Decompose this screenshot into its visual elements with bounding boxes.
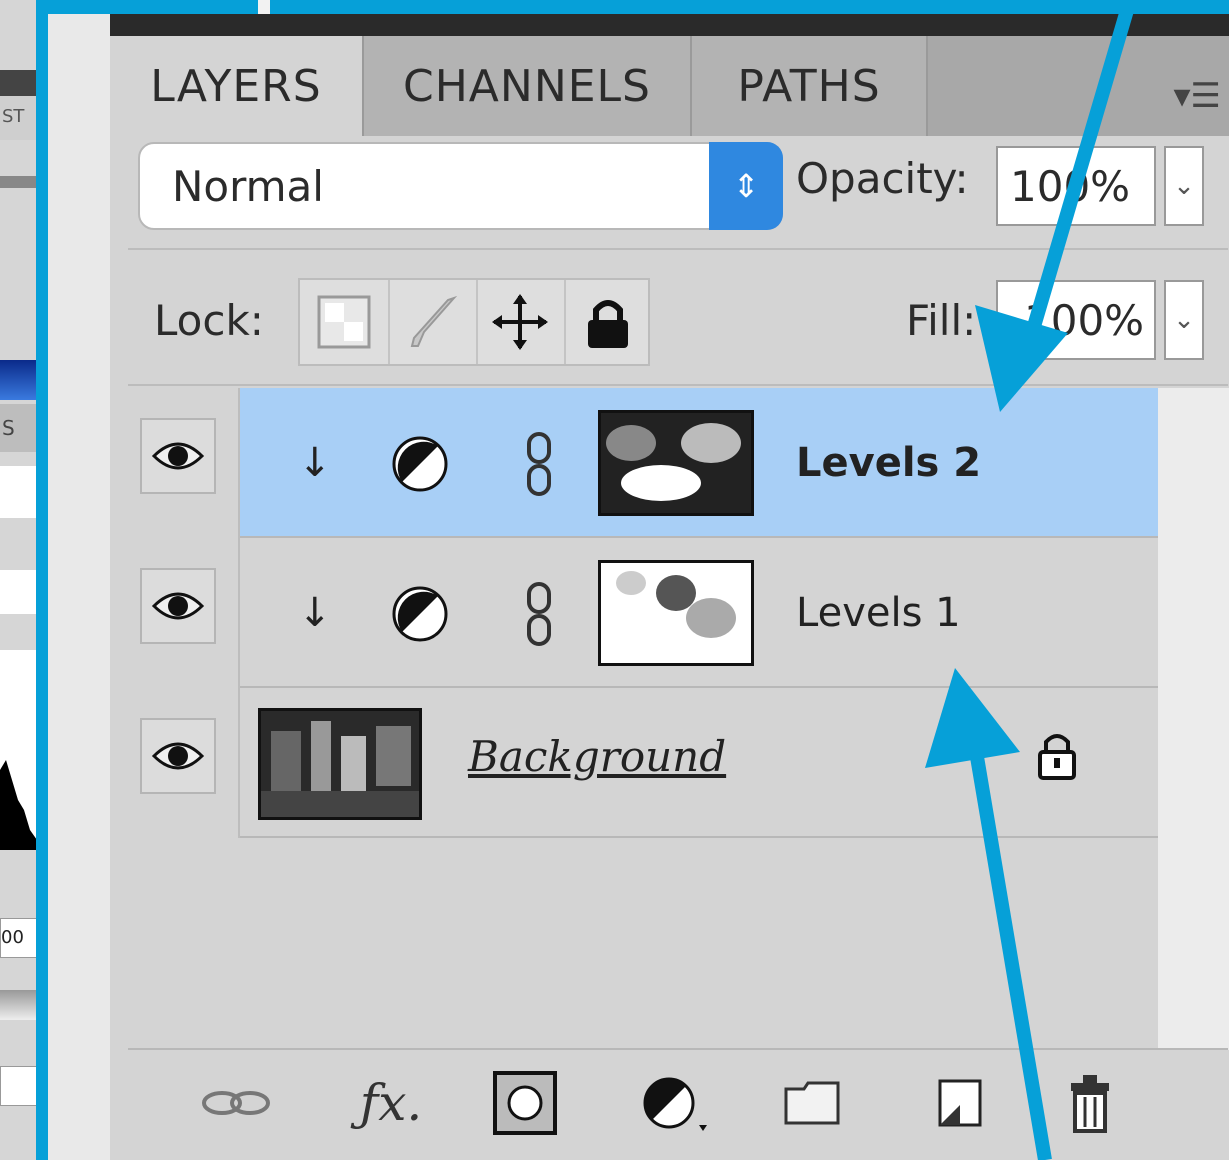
cut-field-2 bbox=[0, 570, 37, 614]
layer-row-body[interactable]: Background bbox=[240, 688, 1158, 838]
folder-icon[interactable] bbox=[780, 1068, 844, 1138]
visibility-cell bbox=[128, 688, 238, 838]
adjustment-layer-icon bbox=[392, 586, 448, 642]
panel-titlebar bbox=[110, 14, 1229, 36]
fx-icon[interactable]: ƒx. bbox=[346, 1068, 436, 1138]
layer-row-body[interactable]: ↓ Levels 1 bbox=[240, 538, 1158, 688]
cut-field bbox=[0, 466, 37, 518]
link-icon[interactable] bbox=[196, 1068, 276, 1138]
panel-footer: ƒx. bbox=[110, 1050, 1229, 1160]
layer-mask-thumbnail[interactable] bbox=[598, 560, 754, 666]
left-cutoff-panel: ST S 00 bbox=[0, 0, 37, 1160]
trash-icon[interactable] bbox=[1062, 1068, 1118, 1138]
padlock-icon[interactable] bbox=[564, 280, 652, 364]
eye-icon[interactable] bbox=[140, 718, 216, 794]
panel-tabs: LAYERS CHANNELS PATHS ▾☰ bbox=[110, 36, 1229, 136]
divider bbox=[128, 248, 1228, 250]
opacity-label: Opacity: bbox=[796, 154, 969, 203]
highlight-frame-top bbox=[270, 0, 1229, 14]
tab-channels[interactable]: CHANNELS bbox=[362, 36, 690, 136]
layer-selected-highlight[interactable]: ↓ Levels 2 bbox=[240, 388, 1158, 538]
panel-titlebar bbox=[0, 70, 37, 96]
chain-link-icon bbox=[527, 432, 551, 496]
mask-icon[interactable] bbox=[490, 1068, 560, 1138]
cut-tab-label: ST bbox=[0, 96, 37, 140]
opacity-dropdown-icon[interactable]: ⌄ bbox=[1164, 146, 1204, 226]
layers-panel: LAYERS CHANNELS PATHS ▾☰ Normal ⇕ Opacit… bbox=[110, 14, 1229, 1160]
eye-icon[interactable] bbox=[140, 568, 216, 644]
fill-label: Fill: bbox=[906, 296, 977, 345]
layer-name[interactable]: Background bbox=[468, 732, 726, 781]
clip-arrow-icon: ↓ bbox=[298, 590, 332, 636]
tab-layers[interactable]: LAYERS bbox=[110, 36, 362, 136]
up-down-arrows-icon[interactable]: ⇕ bbox=[709, 142, 783, 230]
highlight-frame-left bbox=[36, 0, 48, 1160]
opacity-field[interactable]: 100% bbox=[996, 146, 1156, 226]
layer-mask-thumbnail[interactable] bbox=[598, 410, 754, 516]
highlight-frame-top-left bbox=[36, 0, 270, 14]
layer-row-background[interactable]: Background bbox=[128, 688, 1158, 838]
transparent-pixels-lock-icon[interactable] bbox=[300, 280, 390, 364]
divider bbox=[128, 384, 1228, 386]
blend-mode-value: Normal bbox=[172, 162, 324, 211]
highlight-bar bbox=[0, 360, 37, 400]
histogram-icon bbox=[0, 760, 37, 850]
chain-link-icon bbox=[527, 582, 551, 646]
adjustment-layer-icon bbox=[392, 436, 448, 492]
visibility-cell bbox=[128, 538, 238, 688]
layer-name[interactable]: Levels 2 bbox=[796, 440, 981, 486]
fill-dropdown-icon[interactable]: ⌄ bbox=[1164, 280, 1204, 360]
tab-paths[interactable]: PATHS bbox=[690, 36, 926, 136]
layer-row-levels-1[interactable]: ↓ Levels 1 bbox=[128, 538, 1158, 688]
panel-gutter bbox=[48, 14, 110, 1160]
gradient-bar bbox=[0, 990, 37, 1020]
lock-buttons bbox=[298, 278, 650, 366]
blend-mode-select[interactable]: Normal ⇕ bbox=[138, 142, 783, 230]
eye-icon[interactable] bbox=[140, 418, 216, 494]
histogram-area bbox=[0, 650, 37, 850]
background-thumbnail[interactable] bbox=[258, 708, 422, 820]
layers-list: ↓ Levels 2 ↓ Levels 1 Background bbox=[128, 388, 1158, 848]
visibility-cell bbox=[128, 388, 238, 538]
brush-lock-icon[interactable] bbox=[388, 280, 478, 364]
panel-menu-icon[interactable]: ▾☰ bbox=[1173, 76, 1221, 116]
fill-field[interactable]: 100% bbox=[996, 280, 1156, 360]
adjustment-icon[interactable] bbox=[636, 1068, 716, 1138]
clip-arrow-icon: ↓ bbox=[298, 440, 332, 486]
slider-track bbox=[0, 176, 37, 188]
layer-lock-icon bbox=[1038, 734, 1076, 780]
layer-name[interactable]: Levels 1 bbox=[796, 590, 961, 636]
lock-label: Lock: bbox=[154, 296, 264, 345]
cut-value-field[interactable]: 00 bbox=[0, 918, 37, 958]
divider bbox=[240, 836, 1158, 838]
cut-field-3[interactable] bbox=[0, 1066, 37, 1106]
new-layer-icon[interactable] bbox=[932, 1068, 988, 1138]
cut-tab: S bbox=[0, 404, 37, 452]
move-lock-icon[interactable] bbox=[476, 280, 566, 364]
layer-row-levels-2[interactable]: ↓ Levels 2 bbox=[128, 388, 1158, 538]
scroll-area[interactable] bbox=[1158, 388, 1229, 1068]
